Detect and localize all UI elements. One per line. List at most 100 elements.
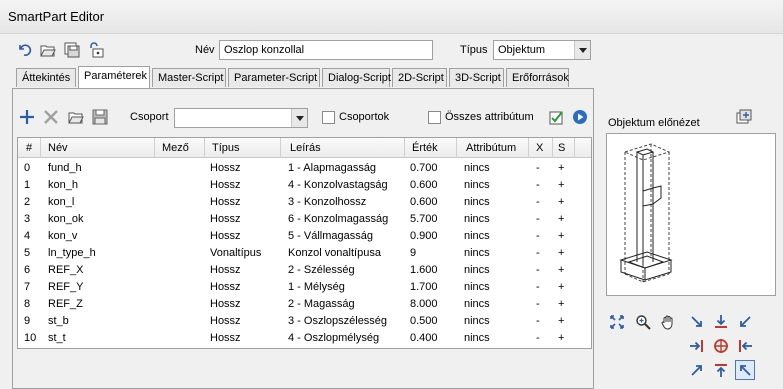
- undo-icon[interactable]: [15, 41, 33, 59]
- save-copy-icon[interactable]: [63, 41, 81, 59]
- cell-type: Hossz: [210, 298, 241, 310]
- delete-icon[interactable]: [42, 108, 60, 126]
- check-document-icon[interactable]: [547, 108, 565, 126]
- all-attributes-checkbox[interactable]: [428, 111, 441, 124]
- cell-s: +: [558, 230, 565, 242]
- column-divider[interactable]: [574, 138, 575, 158]
- chevron-down-icon[interactable]: [291, 109, 307, 127]
- cell-value: 0.700: [410, 162, 438, 174]
- table-row[interactable]: 10 st_t Hossz 4 - Oszlopmélység 0.400 ni…: [18, 330, 591, 347]
- view-arrow-ne-icon[interactable]: [736, 313, 754, 331]
- column-divider[interactable]: [456, 138, 457, 158]
- column-divider[interactable]: [404, 138, 405, 158]
- cell-description: 3 - Oszlopszélesség: [288, 315, 388, 327]
- tab-dialog-script[interactable]: Dialog-Script: [322, 68, 391, 87]
- table-row[interactable]: 5 ln_type_h Vonaltípus Konzol vonaltípus…: [18, 245, 591, 262]
- table-row[interactable]: 1 kon_h Hossz 4 - Konzolvastagság 0.600 …: [18, 177, 591, 194]
- cell-s: +: [558, 247, 565, 259]
- chevron-down-icon[interactable]: [574, 41, 590, 59]
- cell-value: 0.600: [410, 196, 438, 208]
- view-arrow-sw-icon[interactable]: [688, 361, 706, 379]
- col-header-value[interactable]: Érték: [412, 142, 438, 154]
- zoom-extents-icon[interactable]: [608, 313, 626, 331]
- cell-description: 5 - Vállmagasság: [288, 230, 373, 242]
- cell-description: 6 - Konzolmagasság: [288, 213, 389, 225]
- cell-x: -: [536, 196, 540, 208]
- name-field[interactable]: Oszlop konzollal: [219, 40, 433, 60]
- column-divider[interactable]: [552, 138, 553, 158]
- cell-s: +: [558, 196, 565, 208]
- type-select[interactable]: Objektum: [493, 40, 591, 60]
- col-header-type[interactable]: Típus: [212, 142, 240, 154]
- view-arrow-se-icon[interactable]: [735, 360, 755, 380]
- view-center-icon[interactable]: [712, 337, 730, 355]
- cell-type: Hossz: [210, 230, 241, 242]
- col-header-attribute[interactable]: Attribútum: [466, 142, 516, 154]
- folder-open-icon[interactable]: [67, 108, 85, 126]
- open-folder-icon[interactable]: [39, 41, 57, 59]
- cell-type: Hossz: [210, 264, 241, 276]
- column-divider[interactable]: [280, 138, 281, 158]
- cell-x: -: [536, 230, 540, 242]
- table-row[interactable]: 7 REF_Y Hossz 1 - Mélység 1.700 nincs - …: [18, 279, 591, 296]
- col-header-description[interactable]: Leírás: [290, 142, 321, 154]
- cell-attribute: nincs: [464, 230, 490, 242]
- cell-description: 1 - Alapmagasság: [288, 162, 377, 174]
- table-row[interactable]: 8 REF_Z Hossz 2 - Magasság 8.000 nincs -…: [18, 296, 591, 313]
- table-row[interactable]: 2 kon_l Hossz 3 - Konzolhossz 0.600 ninc…: [18, 194, 591, 211]
- tab-master-script[interactable]: Master-Script: [152, 68, 226, 87]
- table-row[interactable]: 0 fund_h Hossz 1 - Alapmagasság 0.700 ni…: [18, 160, 591, 177]
- table-row[interactable]: 4 kon_v Hossz 5 - Vállmagasság 0.900 nin…: [18, 228, 591, 245]
- group-select[interactable]: [174, 108, 308, 128]
- col-header-index[interactable]: #: [26, 142, 32, 154]
- column-divider[interactable]: [154, 138, 155, 158]
- view-right-icon[interactable]: [736, 337, 754, 355]
- tab-parameterek[interactable]: Paraméterek: [78, 66, 150, 88]
- tab-attekintes[interactable]: Áttekintés: [16, 68, 76, 87]
- tab-parameter-script[interactable]: Parameter-Script: [228, 68, 320, 87]
- cell-name: st_b: [48, 315, 69, 327]
- parameter-table[interactable]: # Név Mező Típus Leírás Érték Attribútum…: [17, 137, 592, 349]
- cell-type: Hossz: [210, 162, 241, 174]
- cell-type: Hossz: [210, 179, 241, 191]
- cell-type: Hossz: [210, 196, 241, 208]
- object-preview[interactable]: [606, 133, 776, 296]
- col-header-name[interactable]: Név: [48, 142, 68, 154]
- type-select-value: Objektum: [498, 44, 546, 56]
- groups-checkbox[interactable]: [322, 111, 335, 124]
- tab-eroforrasok[interactable]: Erőforrások: [506, 68, 569, 87]
- cell-attribute: nincs: [464, 281, 490, 293]
- pan-hand-icon[interactable]: [659, 313, 677, 331]
- tab-3d-script[interactable]: 3D-Script: [449, 68, 504, 87]
- view-left-icon[interactable]: [688, 337, 706, 355]
- name-label: Név: [195, 44, 215, 56]
- save-icon[interactable]: [91, 108, 109, 126]
- refresh-preview-icon[interactable]: [735, 108, 753, 126]
- col-header-s[interactable]: S: [558, 142, 565, 154]
- cell-description: 4 - Oszlopmélység: [288, 332, 380, 344]
- view-bottom-icon[interactable]: [712, 361, 730, 379]
- column-divider[interactable]: [204, 138, 205, 158]
- zoom-icon[interactable]: [634, 313, 652, 331]
- column-divider[interactable]: [40, 138, 41, 158]
- table-row[interactable]: 6 REF_X Hossz 2 - Szélesség 1.600 nincs …: [18, 262, 591, 279]
- table-row[interactable]: 9 st_b Hossz 3 - Oszlopszélesség 0.500 n…: [18, 313, 591, 330]
- col-header-field[interactable]: Mező: [162, 142, 189, 154]
- view-arrow-nw-icon[interactable]: [688, 313, 706, 331]
- cell-value: 1.600: [410, 264, 438, 276]
- view-top-icon[interactable]: [712, 313, 730, 331]
- tab-2d-script[interactable]: 2D-Script: [392, 68, 447, 87]
- add-icon[interactable]: [18, 108, 36, 126]
- cell-index: 7: [24, 281, 31, 293]
- cell-attribute: nincs: [464, 196, 490, 208]
- cell-type: Hossz: [210, 332, 241, 344]
- play-icon[interactable]: [571, 108, 589, 126]
- table-row[interactable]: 3 kon_ok Hossz 6 - Konzolmagasság 5.700 …: [18, 211, 591, 228]
- cell-attribute: nincs: [464, 315, 490, 327]
- cell-type: Hossz: [210, 315, 241, 327]
- cell-value: 0.400: [410, 332, 438, 344]
- column-divider[interactable]: [528, 138, 529, 158]
- col-header-x[interactable]: X: [536, 142, 543, 154]
- unlock-icon[interactable]: [87, 41, 105, 59]
- cell-name: kon_ok: [48, 213, 84, 225]
